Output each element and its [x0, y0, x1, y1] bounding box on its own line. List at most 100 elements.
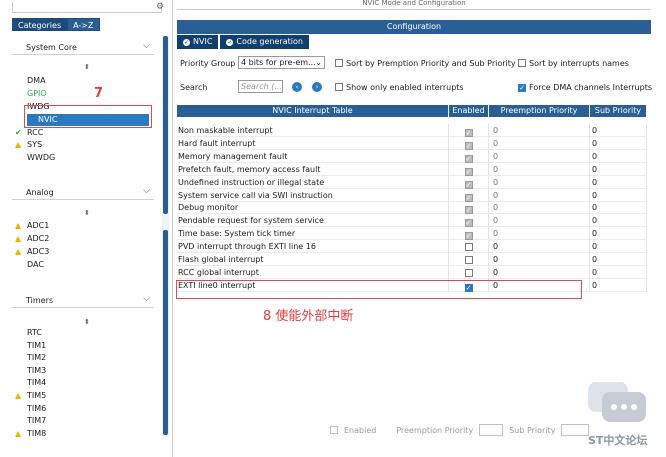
table-row[interactable]: Hard fault interrupt ✓ 0 0 [177, 136, 647, 150]
sidebar-item-rtc[interactable]: RTC [27, 327, 152, 339]
interrupt-name: Memory management fault [177, 149, 449, 163]
col-header-enabled[interactable]: Enabled [449, 105, 489, 117]
tab-a-z[interactable]: A->Z [67, 18, 100, 31]
checkbox[interactable] [518, 59, 526, 67]
preemption-priority-cell[interactable]: 0 [489, 201, 590, 215]
enabled-checkbox[interactable] [464, 256, 473, 264]
preemption-priority-cell[interactable]: 0 [489, 124, 590, 137]
sidebar-item-tim4[interactable]: TIM4 [27, 377, 152, 389]
sidebar-item-tim8[interactable]: ▲ TIM8 [15, 428, 152, 440]
component-search-input[interactable] [12, 2, 162, 13]
chevron-down-icon[interactable]: ⌵ [143, 186, 150, 196]
force-dma-checkbox[interactable]: ✓ [518, 83, 526, 92]
search-prev-icon[interactable]: ‹ [292, 82, 302, 92]
sidebar-item-dac[interactable]: DAC [27, 259, 152, 271]
priority-group-value: 4 bits for pre-em... [241, 58, 316, 67]
section-analog[interactable]: Analog ⌵ [12, 185, 154, 200]
enabled-checkbox[interactable] [464, 268, 473, 277]
sidebar-item-tim5[interactable]: ▲ TIM5 [15, 390, 152, 402]
preemption-priority-cell[interactable]: 0 [489, 214, 590, 228]
sub-priority-cell[interactable]: 0 [590, 253, 647, 266]
sidebar-item-rcc[interactable]: ✔ RCC [15, 127, 152, 139]
preemption-priority-cell[interactable]: 0 [489, 227, 590, 241]
sidebar-item-label: TIM3 [27, 366, 47, 375]
sidebar-item-label: DMA [27, 76, 46, 85]
col-header-sub-priority[interactable]: Sub Priority [590, 105, 647, 117]
enabled-checkbox: ✓ [464, 180, 473, 189]
table-row[interactable]: Pendable request for system service ✓ 0 0 [177, 214, 647, 228]
enabled-checkbox: ✓ [464, 167, 473, 176]
table-row[interactable]: RCC global interrupt 0 0 [177, 265, 647, 279]
preemption-select[interactable] [479, 424, 504, 436]
sidebar-item-tim1[interactable]: TIM1 [27, 340, 152, 352]
scrollbar-upper[interactable] [163, 36, 168, 214]
sub-priority-cell[interactable]: 0 [590, 188, 647, 202]
enabled-checkbox[interactable] [330, 426, 338, 434]
section-timers[interactable]: Timers ⌵ [12, 293, 154, 308]
search-icon[interactable]: ⚙ [156, 2, 165, 12]
sidebar-item-adc2[interactable]: ▲ ADC2 [15, 233, 152, 245]
search-input[interactable]: Search (... [238, 80, 283, 93]
sub-priority-cell[interactable]: 0 [590, 227, 647, 241]
sidebar-item-sys[interactable]: ▲ SYS [15, 139, 152, 151]
sidebar-item-tim2[interactable]: TIM2 [27, 352, 152, 364]
search-next-icon[interactable]: › [312, 82, 322, 92]
table-row[interactable]: Debug monitor ✓ 0 0 [177, 201, 647, 215]
sidebar-item-dma[interactable]: DMA [27, 75, 152, 87]
sub-priority-cell[interactable]: 0 [590, 162, 647, 176]
sub-priority-cell[interactable]: 0 [590, 136, 647, 150]
preemption-priority-cell[interactable]: 0 [489, 240, 590, 254]
enabled-checkbox: ✓ [464, 141, 473, 150]
priority-group-select[interactable]: 4 bits for pre-em... ⌄ [238, 56, 325, 69]
enabled-checkbox[interactable] [464, 243, 473, 252]
sub-priority-cell[interactable]: 0 [590, 175, 647, 189]
sidebar-item-wwdg[interactable]: WWDG [27, 152, 152, 164]
preemption-priority-cell[interactable]: 0 [489, 136, 590, 150]
section-system-core[interactable]: System Core ⌵ [12, 40, 154, 55]
table-row[interactable]: Time base: System tick timer ✓ 0 0 [177, 227, 647, 241]
checkbox[interactable]: ✓ [518, 84, 526, 92]
sub-priority-cell[interactable]: 0 [590, 149, 647, 163]
sidebar-item-tim6[interactable]: TIM6 [27, 403, 152, 415]
show-enabled-checkbox[interactable] [335, 83, 343, 93]
sidebar-item-adc3[interactable]: ▲ ADC3 [15, 246, 152, 258]
checkbox[interactable] [335, 59, 343, 67]
preemption-priority-cell[interactable]: 0 [489, 149, 590, 163]
preemption-priority-cell[interactable]: 0 [489, 253, 590, 266]
sub-priority-cell[interactable]: 0 [590, 124, 647, 137]
sub-priority-cell[interactable]: 0 [590, 201, 647, 215]
preemption-priority-cell[interactable]: 0 [489, 188, 590, 202]
table-row[interactable]: System service call via SWI instruction ✓… [177, 188, 647, 202]
sub-priority-cell[interactable]: 0 [590, 214, 647, 228]
sidebar-item-tim7[interactable]: TIM7 [27, 415, 152, 427]
sub-priority-cell[interactable]: 0 [590, 240, 647, 254]
table-row[interactable]: Flash global interrupt 0 0 [177, 253, 647, 266]
chevron-down-icon[interactable]: ⌵ [143, 41, 150, 51]
preemption-priority-cell[interactable]: 0 [489, 265, 590, 279]
checkbox[interactable] [335, 83, 343, 91]
sub-priority-cell[interactable]: 0 [590, 278, 647, 292]
table-row[interactable]: PVD interrupt through EXTI line 16 0 0 [177, 240, 647, 254]
table-row[interactable]: Memory management fault ✓ 0 0 [177, 149, 647, 163]
sort-icon[interactable]: ⬍ [84, 63, 90, 71]
sidebar-item-adc1[interactable]: ▲ ADC1 [15, 220, 152, 232]
scrollbar-lower[interactable] [163, 230, 168, 435]
sort-icon[interactable]: ⬍ [84, 318, 90, 326]
preemption-priority-cell[interactable]: 0 [489, 175, 590, 189]
tab-nvic[interactable]: ✓ NVIC [177, 35, 219, 49]
sort-names-checkbox[interactable] [518, 59, 526, 69]
table-row[interactable]: Prefetch fault, memory access fault ✓ 0 0 [177, 162, 647, 176]
chevron-down-icon[interactable]: ⌵ [143, 294, 150, 304]
sidebar-item-tim3[interactable]: TIM3 [27, 365, 152, 377]
preemption-priority-cell[interactable]: 0 [489, 162, 590, 176]
table-row[interactable]: Undefined instruction or illegal state ✓ 0… [177, 175, 647, 189]
sidebar-item-gpio[interactable]: GPIO [27, 88, 152, 100]
tab-code-generation[interactable]: ✓ Code generation [220, 35, 309, 49]
sub-priority-cell[interactable]: 0 [590, 265, 647, 279]
tab-categories[interactable]: Categories [12, 18, 68, 31]
col-header-preemption[interactable]: Preemption Priority [489, 105, 590, 117]
col-header-interrupt[interactable]: NVIC Interrupt Table [177, 105, 449, 117]
table-row[interactable]: Non maskable interrupt ✓ 0 0 [177, 124, 647, 137]
sort-priority-checkbox[interactable] [335, 59, 343, 69]
sort-icon[interactable]: ⬍ [84, 209, 90, 217]
